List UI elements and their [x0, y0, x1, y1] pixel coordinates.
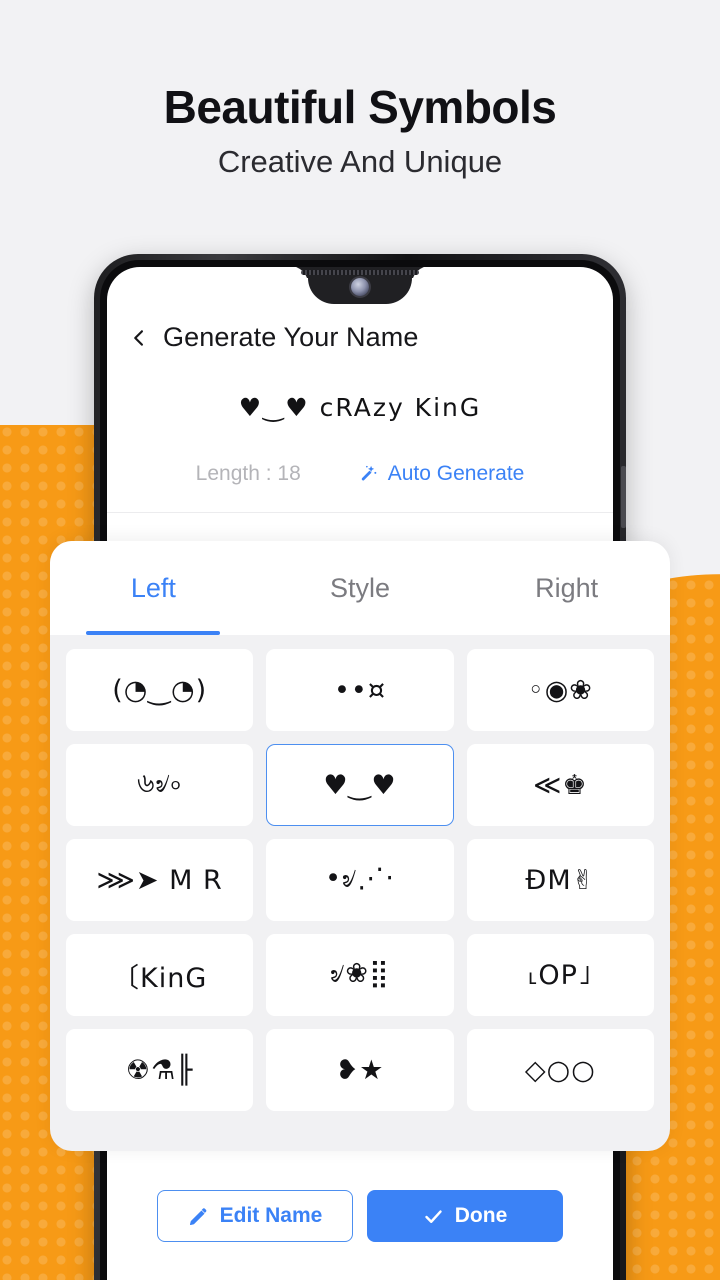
edit-name-button[interactable]: Edit Name: [157, 1190, 353, 1242]
symbol-cell[interactable]: ◇○○: [466, 1029, 654, 1111]
symbol-cell[interactable]: ••¤: [266, 649, 454, 731]
phone-side-button[interactable]: [621, 466, 626, 528]
name-preview-area: ♥‿♥ cRAzy KinG: [107, 393, 613, 422]
symbol-glyph: (◔‿◔): [112, 674, 208, 706]
auto-generate-button[interactable]: Auto Generate: [359, 462, 525, 486]
check-icon: [423, 1206, 444, 1227]
symbol-cell[interactable]: ≪♚: [466, 744, 654, 826]
symbol-glyph: ৬৶৹: [136, 767, 183, 799]
promo-screenshot: Beautiful Symbols Creative And Unique Ge…: [0, 0, 720, 1280]
symbol-picker-sheet: Left Style Right (◔‿◔) ••¤ ◦◉❀ ৬৶৹ ♥‿♥ ≪…: [50, 541, 670, 1151]
page-title: Generate Your Name: [163, 322, 419, 352]
done-label: Done: [454, 1204, 508, 1227]
pencil-icon: [188, 1206, 209, 1227]
promo-subtitle: Creative And Unique: [217, 143, 503, 179]
symbol-cell[interactable]: ÐM✌: [466, 839, 654, 921]
symbol-cell[interactable]: ৬৶৹: [66, 744, 254, 826]
symbol-cell[interactable]: 〔KinG: [66, 934, 254, 1016]
magic-wand-icon: [359, 464, 379, 484]
symbol-glyph: ♥‿♥: [323, 769, 397, 801]
symbol-glyph: ◇○○: [524, 1054, 596, 1086]
chevron-left-icon[interactable]: [129, 328, 149, 348]
preview-divider: [107, 512, 613, 513]
action-row: Edit Name Done: [107, 1190, 613, 1242]
symbol-glyph: ⋙➤ M R: [96, 864, 223, 896]
promo-title: Beautiful Symbols: [163, 81, 557, 133]
tab-style[interactable]: Style: [257, 541, 464, 635]
auto-generate-label: Auto Generate: [387, 462, 525, 485]
tab-style-label: Style: [329, 572, 391, 603]
symbol-glyph: ❥★: [335, 1054, 385, 1086]
symbol-cell[interactable]: ◦◉❀: [466, 649, 654, 731]
earpiece-speaker-icon: [301, 270, 419, 275]
symbol-cell[interactable]: ❥★: [266, 1029, 454, 1111]
symbol-picker-tabbar: Left Style Right: [50, 541, 670, 635]
symbol-cell[interactable]: ⋙➤ M R: [66, 839, 254, 921]
symbol-cell[interactable]: (◔‿◔): [66, 649, 254, 731]
preview-meta-row: Length : 18 Auto Generate: [107, 462, 613, 486]
symbol-glyph: ••¤: [333, 674, 386, 706]
symbol-glyph: ৶❀⣿: [330, 957, 390, 989]
tab-left-label: Left: [130, 572, 176, 603]
generated-name-text[interactable]: ♥‿♥ cRAzy KinG: [107, 393, 613, 422]
tab-left[interactable]: Left: [50, 541, 257, 635]
symbol-glyph: ◦◉❀: [527, 674, 593, 706]
tab-right-label: Right: [535, 572, 599, 603]
symbol-cell-selected[interactable]: ♥‿♥: [266, 744, 454, 826]
symbol-cell[interactable]: •৶⋰⋅: [266, 839, 454, 921]
symbol-glyph: ≪♚: [533, 769, 588, 801]
symbol-glyph: ÐM✌: [525, 864, 596, 896]
tab-right[interactable]: Right: [463, 541, 670, 635]
symbol-cell[interactable]: ৶❀⣿: [266, 934, 454, 1016]
symbol-cell[interactable]: ☢⚗╟: [66, 1029, 254, 1111]
promo-header: Beautiful Symbols Creative And Unique: [0, 0, 720, 179]
length-label: Length : 18: [195, 462, 301, 485]
symbol-glyph: ˪OP˩: [528, 959, 593, 991]
symbol-glyph: •৶⋰⋅: [325, 862, 395, 894]
symbol-grid: (◔‿◔) ••¤ ◦◉❀ ৬৶৹ ♥‿♥ ≪♚ ⋙➤ M R •৶⋰⋅ ÐM✌…: [50, 635, 670, 1127]
done-button[interactable]: Done: [367, 1190, 563, 1242]
symbol-glyph: 〔KinG: [112, 962, 208, 994]
front-camera-icon: [351, 278, 369, 296]
symbol-glyph: ☢⚗╟: [125, 1054, 194, 1086]
edit-name-label: Edit Name: [219, 1204, 323, 1227]
symbol-cell[interactable]: ˪OP˩: [466, 934, 654, 1016]
